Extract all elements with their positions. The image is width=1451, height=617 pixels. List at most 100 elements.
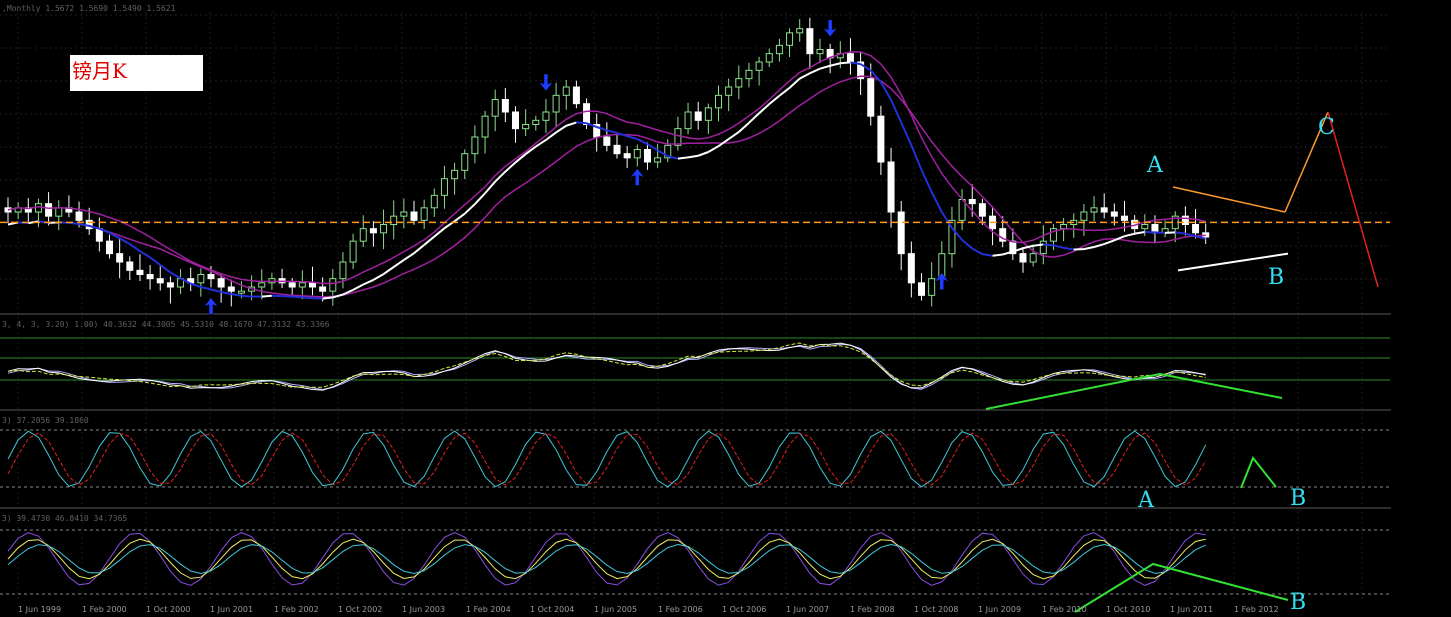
trend-ma-segment bbox=[241, 294, 252, 298]
rsi-line-purple bbox=[7, 532, 1206, 586]
candle-body bbox=[806, 28, 814, 55]
trend-ma-segment bbox=[555, 124, 567, 134]
trend-ma-segment bbox=[687, 154, 699, 159]
trend-ma-segment bbox=[982, 253, 993, 257]
candle-body bbox=[786, 32, 794, 46]
candle-body bbox=[1039, 240, 1047, 255]
candle-body bbox=[491, 99, 499, 117]
trend-ma-segment bbox=[1093, 243, 1105, 248]
candle-body bbox=[298, 282, 306, 288]
candle-body bbox=[877, 115, 885, 163]
candle-body bbox=[197, 274, 205, 284]
trend-ma-segment bbox=[728, 131, 740, 140]
x-tick-label: 1 Jun 1999 bbox=[18, 605, 61, 614]
candle-body bbox=[654, 157, 662, 163]
macd-header: 3, 4, 3, 3.20) 1.00) 40.3632 44.3005 45.… bbox=[2, 320, 330, 329]
rsi-line-yellow bbox=[7, 538, 1206, 580]
x-tick-label: 1 Feb 2004 bbox=[466, 605, 511, 614]
trend-ma-segment bbox=[626, 135, 638, 141]
trend-ma-segment bbox=[971, 247, 983, 255]
trend-ma-segment bbox=[738, 122, 750, 133]
label-b-stoch: B bbox=[1290, 486, 1306, 511]
up-arrow-icon bbox=[203, 297, 219, 315]
candle-body bbox=[613, 144, 621, 155]
trend-ma-segment bbox=[1063, 246, 1074, 251]
candle-body bbox=[725, 86, 733, 96]
candle-body bbox=[643, 149, 651, 163]
trend-ma-segment bbox=[606, 129, 618, 134]
x-tick-label: 1 Oct 2002 bbox=[338, 605, 382, 614]
stoch-header: 3) 37.2056 39.1860 bbox=[2, 416, 89, 425]
symbol-header: ,Monthly 1.5672 1.5690 1.5490 1.5621 bbox=[2, 4, 176, 13]
x-tick-label: 1 Feb 2000 bbox=[82, 605, 127, 614]
candle-body bbox=[288, 282, 296, 288]
trend-ma-segment bbox=[1124, 232, 1135, 238]
trend-ma-segment bbox=[484, 180, 496, 194]
candle-body bbox=[451, 169, 459, 180]
trend-ma-segment bbox=[1185, 232, 1196, 238]
trend-ma-segment bbox=[819, 64, 831, 70]
x-tick-label: 1 Feb 2006 bbox=[658, 605, 703, 614]
candle-body bbox=[410, 211, 418, 221]
candle-body bbox=[329, 278, 337, 292]
candle-body bbox=[1121, 215, 1128, 221]
candle-body bbox=[1141, 224, 1149, 230]
candle-body bbox=[583, 103, 591, 125]
candle-body bbox=[755, 61, 763, 71]
trend-ma-segment bbox=[890, 99, 903, 123]
trend-ma-segment bbox=[961, 239, 973, 250]
indicator-panels bbox=[0, 337, 1390, 613]
trend-ma-segment bbox=[129, 243, 141, 252]
candle-body bbox=[136, 269, 144, 276]
candle-body bbox=[1192, 224, 1200, 234]
label-b-rsi: B bbox=[1290, 590, 1306, 615]
candle-body bbox=[75, 211, 83, 221]
candle-body bbox=[1029, 253, 1037, 263]
trend-ma-segment bbox=[829, 62, 841, 67]
trend-ma-segment bbox=[565, 121, 577, 127]
up-arrow-icon bbox=[629, 168, 646, 186]
candle-body bbox=[1100, 207, 1108, 213]
trend-ma-segment bbox=[1134, 231, 1145, 235]
candle-body bbox=[603, 136, 611, 146]
trend-ma-segment bbox=[799, 72, 811, 80]
candle-body bbox=[633, 149, 641, 159]
x-tick-label: 1 Jun 2003 bbox=[402, 605, 445, 614]
trend-ma-segment bbox=[210, 288, 222, 293]
candle-body bbox=[55, 207, 63, 217]
trend-ma-segment bbox=[504, 161, 517, 173]
stoch-divergence-lines bbox=[1240, 456, 1277, 489]
candle-body bbox=[501, 99, 509, 113]
macd-signal bbox=[7, 342, 1206, 388]
trend-ma-segment bbox=[535, 139, 547, 148]
trend-ma-segment bbox=[636, 138, 648, 145]
down-arrow-icon bbox=[538, 73, 554, 92]
candle-body bbox=[735, 78, 743, 88]
x-tick-label: 1 Jun 2001 bbox=[210, 605, 253, 614]
candle-body bbox=[1080, 211, 1088, 221]
candle-body bbox=[765, 53, 773, 63]
x-axis-ticks: 1 Jun 1999 1 Feb 2000 1 Oct 2000 1 Jun 2001… bbox=[18, 605, 1279, 614]
trend-ma-segment bbox=[707, 145, 719, 153]
candle-body bbox=[430, 194, 438, 209]
x-tick-label: 1 Oct 2006 bbox=[722, 605, 766, 614]
candle-body bbox=[400, 211, 408, 217]
x-tick-label: 1 Feb 2008 bbox=[850, 605, 895, 614]
trend-ma-segment bbox=[1083, 246, 1095, 251]
candle-body bbox=[237, 290, 245, 294]
trend-ma-segment bbox=[768, 94, 781, 105]
candle-body bbox=[897, 211, 905, 255]
rsi-line-cyan bbox=[7, 543, 1206, 575]
forex-chart: ,Monthly 1.5672 1.5690 1.5490 1.5621 3, … bbox=[0, 0, 1451, 617]
trend-ma-segment bbox=[362, 279, 374, 286]
trend-ma-segment bbox=[697, 151, 709, 157]
trend-ma-segment bbox=[302, 296, 313, 300]
candle-body bbox=[816, 49, 824, 55]
candle-body bbox=[146, 274, 154, 280]
trend-ma-segment bbox=[758, 103, 770, 114]
trend-ma-segment bbox=[220, 291, 232, 296]
trend-ma-segment bbox=[149, 256, 161, 266]
projection-a-line bbox=[1172, 186, 1286, 213]
candle-body bbox=[512, 111, 519, 130]
candle-body bbox=[166, 282, 174, 288]
